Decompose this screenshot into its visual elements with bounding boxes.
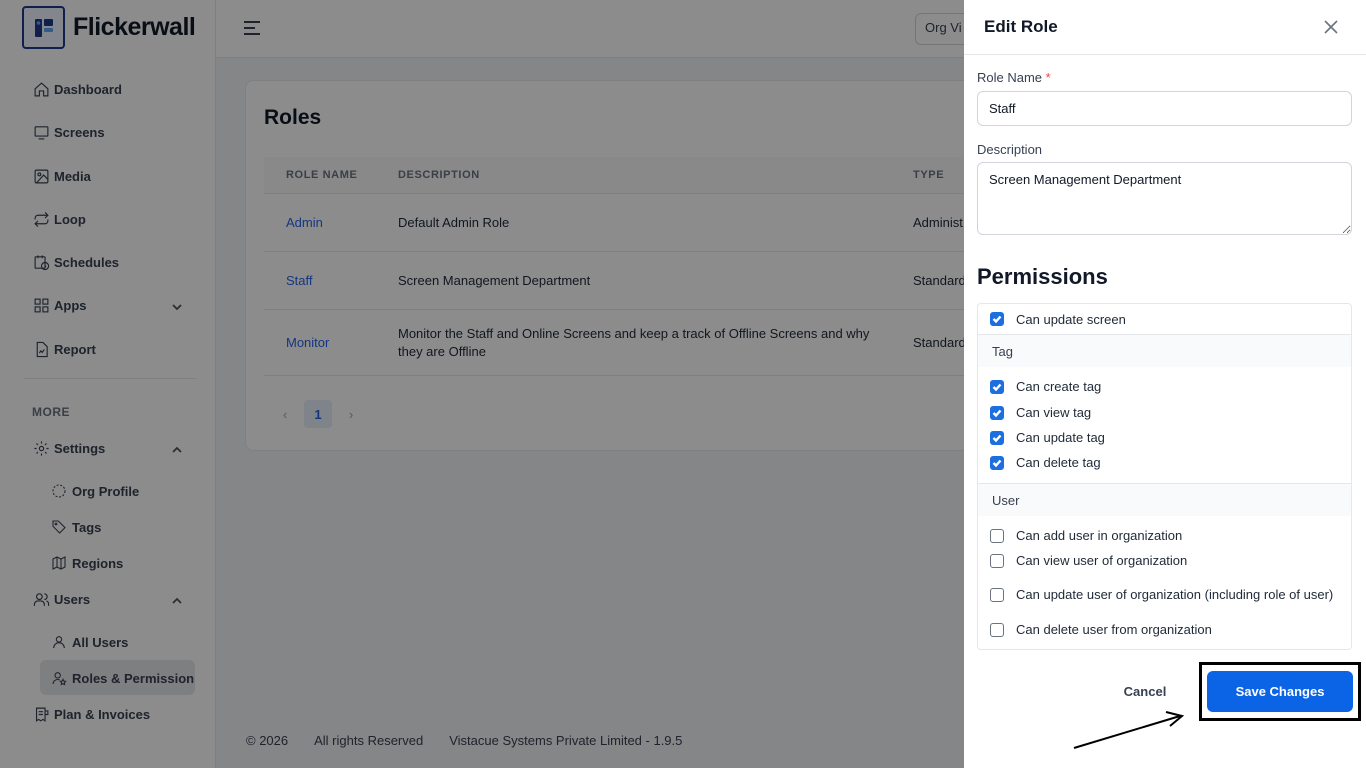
- permission-label: Can update user of organization (includi…: [1016, 587, 1334, 602]
- permission-label: Can create tag: [1016, 379, 1102, 394]
- permission-item[interactable]: Can add user in organization: [978, 523, 1351, 548]
- permission-group-user: User: [978, 483, 1351, 516]
- checkbox-checked[interactable]: [990, 405, 1004, 420]
- cancel-button[interactable]: Cancel: [1110, 680, 1180, 702]
- permission-item[interactable]: Can create tag: [978, 374, 1351, 399]
- checkbox-unchecked[interactable]: [990, 588, 1004, 602]
- permission-label: Can update tag: [1016, 430, 1105, 445]
- save-changes-button[interactable]: Save Changes: [1207, 671, 1353, 712]
- permission-item[interactable]: Can update tag: [978, 425, 1351, 450]
- role-name-input[interactable]: [977, 91, 1352, 126]
- role-name-label: Role Name *: [977, 70, 1051, 85]
- required-mark: *: [1045, 70, 1051, 85]
- checkbox-unchecked[interactable]: [990, 622, 1004, 637]
- permissions-list[interactable]: Can update screen Tag Can create tag Can…: [977, 303, 1352, 650]
- modal-backdrop[interactable]: [0, 0, 964, 768]
- permission-label: Can update screen: [1016, 311, 1126, 327]
- role-name-label-text: Role Name: [977, 70, 1043, 85]
- drawer-header: Edit Role: [964, 0, 1366, 55]
- description-label: Description: [977, 142, 1043, 157]
- edit-role-drawer: Edit Role Role Name * Description Screen…: [964, 0, 1366, 768]
- checkbox-checked[interactable]: [990, 379, 1004, 394]
- drawer-title: Edit Role: [984, 17, 1058, 36]
- permission-label: Can view tag: [1016, 405, 1092, 420]
- permission-item[interactable]: Can delete tag: [978, 450, 1351, 475]
- permission-item[interactable]: Can view user of organization: [978, 548, 1351, 573]
- permission-item[interactable]: Can update user of organization (includi…: [978, 575, 1351, 615]
- checkbox-unchecked[interactable]: [990, 553, 1004, 568]
- permission-label: Can view user of organization: [1016, 553, 1188, 568]
- checkbox-checked[interactable]: [990, 455, 1004, 470]
- description-textarea[interactable]: Screen Management Department: [977, 162, 1352, 235]
- close-icon[interactable]: [1323, 19, 1339, 35]
- checkbox-checked[interactable]: [990, 430, 1004, 445]
- permission-label: Can delete user from organization: [1016, 622, 1212, 637]
- annotation-arrow-icon: [1073, 711, 1185, 749]
- permission-item[interactable]: Can update screen: [978, 304, 1351, 334]
- permission-item[interactable]: Can view tag: [978, 400, 1351, 425]
- checkbox-unchecked[interactable]: [990, 528, 1004, 543]
- permission-item[interactable]: Can delete user from organization: [978, 617, 1351, 642]
- permission-group-tag: Tag: [978, 334, 1351, 367]
- checkbox-checked[interactable]: [990, 312, 1004, 326]
- permission-label: Can add user in organization: [1016, 528, 1183, 543]
- permissions-heading: Permissions: [977, 264, 1108, 289]
- permission-label: Can delete tag: [1016, 455, 1101, 470]
